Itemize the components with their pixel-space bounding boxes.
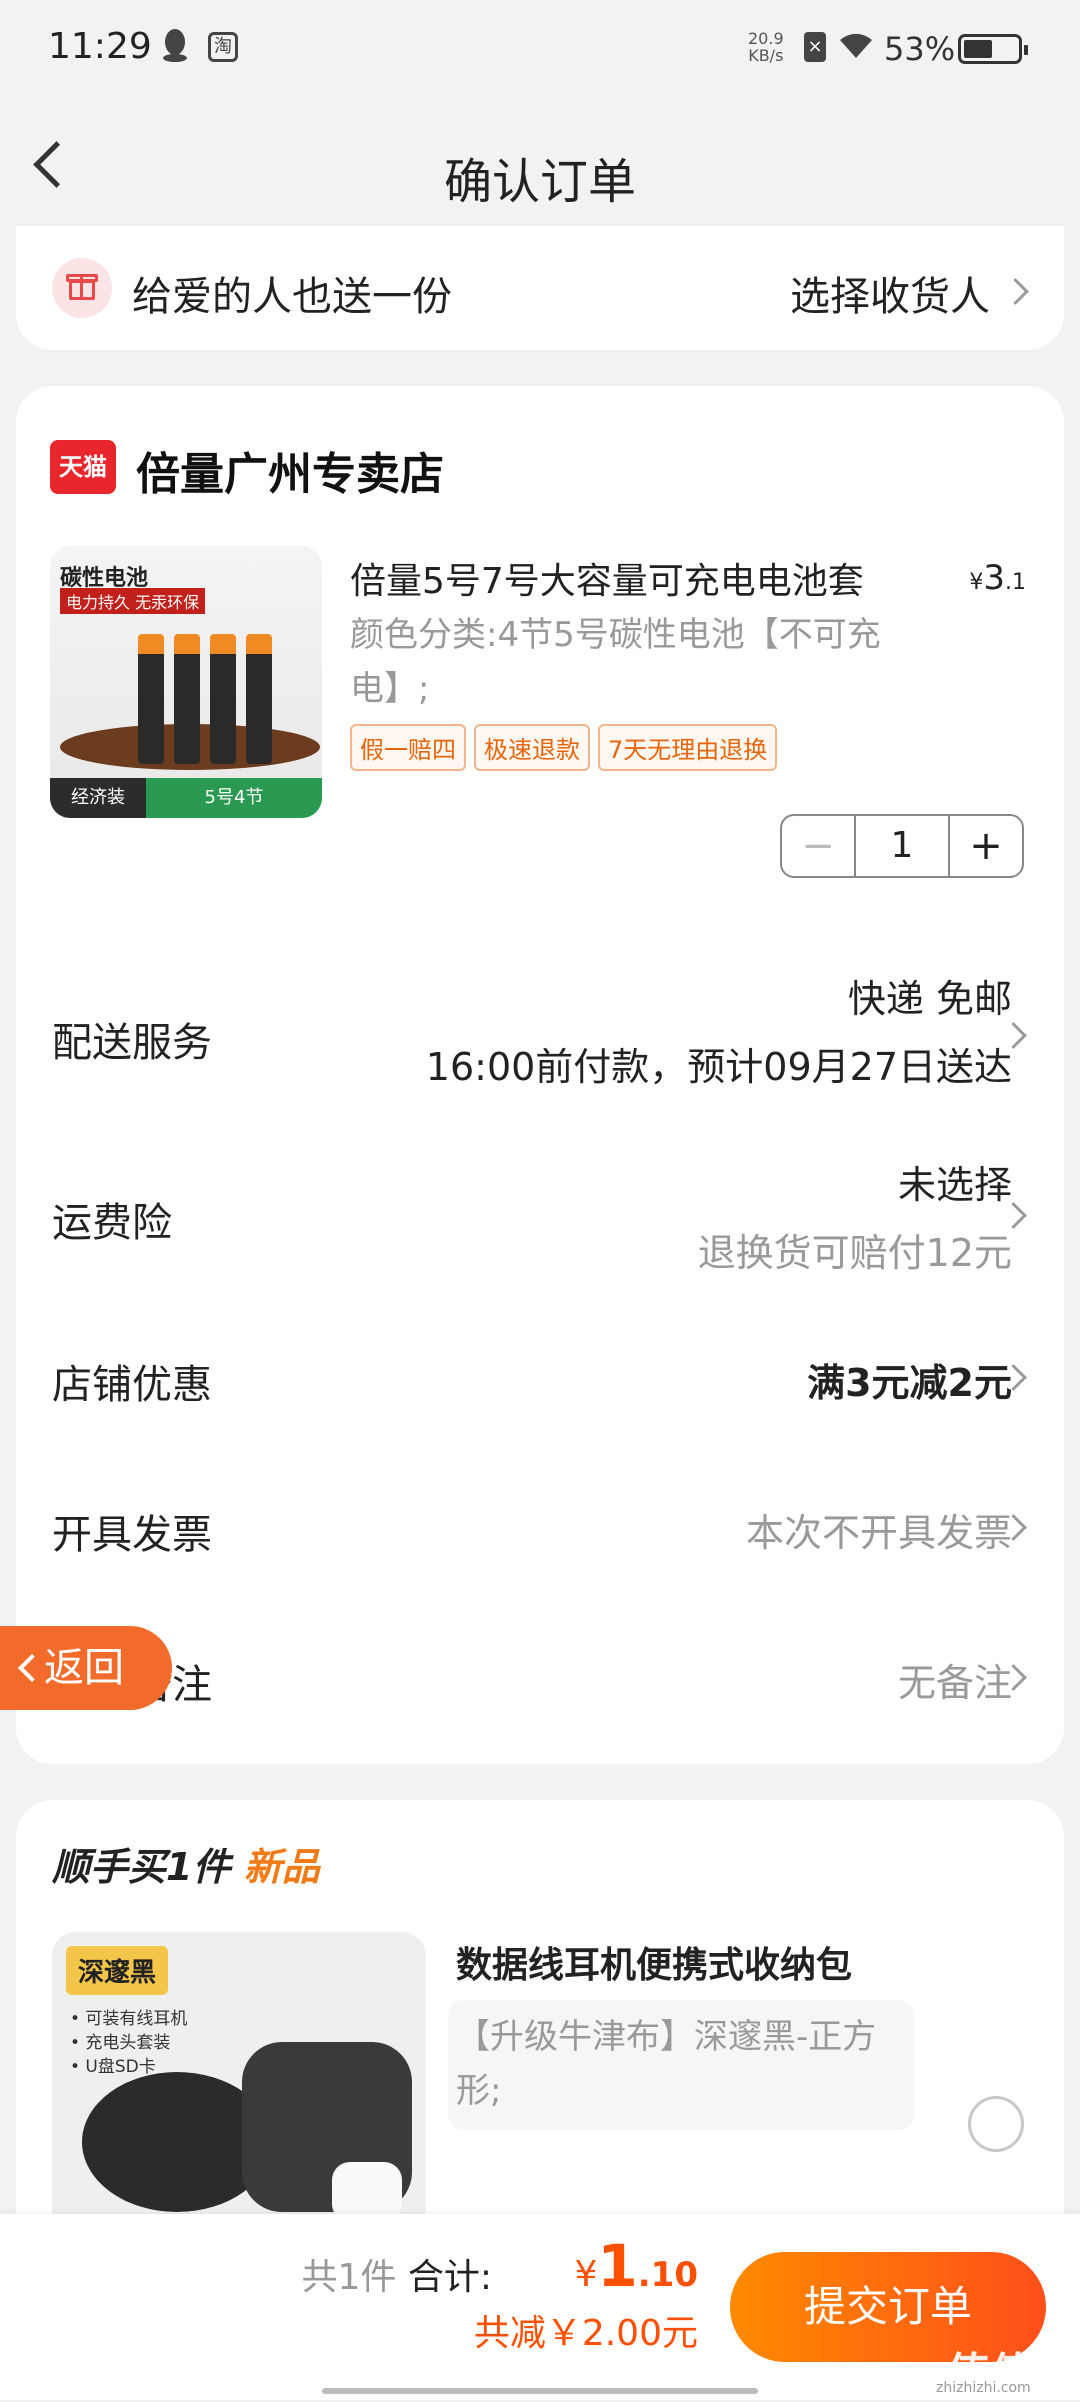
service-tag: 假一赔四 [350,724,466,771]
floating-back-chevron-icon [17,1653,47,1683]
home-indicator[interactable] [322,2388,758,2394]
price-decimal: .1 [1005,570,1026,595]
network-speed: 20.9 KB/s [748,30,784,64]
product-image-footer-right: 5号4节 [146,778,322,818]
battery-fill [964,40,992,58]
total-discount[interactable]: 共减￥2.00元 [474,2304,698,2356]
page-title: 确认订单 [443,154,636,210]
no-sim-icon: × [804,32,826,62]
recommend-select-radio[interactable] [968,2096,1024,2152]
watermark-url: zhizhizhi.com [936,2380,1031,2396]
quantity-value[interactable]: 1 [856,816,948,876]
network-speed-unit: KB/s [748,46,784,65]
battery-icon [958,34,1028,64]
quantity-stepper: − 1 + [780,814,1024,878]
gift-text: 给爱的人也送一份 [132,274,452,320]
total-decimal: .10 [637,2255,698,2295]
service-tags: 假一赔四 极速退款 7天无理由退换 [350,724,778,771]
store-coupon-value[interactable]: 满3元减2元 [807,1352,1012,1407]
total-summary: 共1件 合计: [302,2248,493,2300]
decrease-quantity-button[interactable]: − [782,816,856,876]
battery-percent: 53% [884,30,956,68]
earbuds-graphic [332,2162,402,2222]
battery-graphic [174,634,200,764]
item-count: 共1件 [301,2257,397,2298]
price-currency: ¥ [969,570,984,595]
product-title[interactable]: 倍量5号7号大容量可充电电池套 [350,552,930,604]
insurance-label: 运费险 [52,1200,172,1246]
delivery-label: 配送服务 [52,1020,212,1066]
store-name[interactable]: 倍量广州专卖店 [136,438,444,502]
status-time: 11:29 [48,26,152,67]
total-label: 合计: [407,2257,492,2298]
recommend-product-name[interactable]: 数据线耳机便携式收纳包 [456,1936,852,1988]
qq-notification-icon [162,28,188,69]
store-coupon-label: 店铺优惠 [52,1362,212,1408]
recommend-sku: 【升级牛津布】深邃黑-正方形; [456,2017,877,2111]
recommend-new-badge: 新品 [243,1845,320,1889]
recommend-title: 顺手买1件 新品 [52,1836,320,1891]
insurance-note[interactable]: 退换货可赔付12元 [698,1222,1012,1277]
battery-nub [1024,45,1028,55]
remark-value[interactable]: 无备注 [898,1652,1012,1707]
status-bar: 11:29 淘 20.9 KB/s × 53% [0,0,1080,100]
insurance-status[interactable]: 未选择 [898,1154,1012,1209]
network-speed-value: 20.9 [748,29,784,48]
recommend-image-line: • 可装有线耳机 [70,2009,188,2029]
gift-icon [52,258,112,318]
recommend-product-image[interactable]: 深邃黑 • 可装有线耳机 • 充电头套装 • U盘SD卡 [52,1932,426,2232]
product-image-footer-left: 经济装 [50,778,146,818]
recommend-image-line: • U盘SD卡 [70,2057,156,2077]
delivery-estimate[interactable]: 16:00前付款，预计09月27日送达 [426,1036,1012,1091]
invoice-label: 开具发票 [52,1512,212,1558]
total-currency: ¥ [574,2254,598,2295]
recommend-image-tag: 深邃黑 [66,1946,169,1995]
total-price: ¥1.10 [575,2232,699,2300]
product-image[interactable]: 碳性电池 电力持久 无汞环保 经济装 5号4节 [50,546,322,818]
tmall-logo: 天猫 [50,440,116,494]
recommend-title-text: 顺手买1件 [52,1845,231,1889]
floating-back-button[interactable]: 返回 [0,1626,172,1710]
service-tag: 7天无理由退换 [598,724,778,771]
invoice-value[interactable]: 本次不开具发票 [746,1502,1012,1557]
price-integer: 3 [983,558,1005,598]
product-price: ¥3.1 [969,558,1026,598]
recommend-image-line: • 充电头套装 [70,2033,171,2053]
delivery-method[interactable]: 快递 免邮 [848,968,1012,1023]
battery-graphic [210,634,236,764]
taobao-notification-icon: 淘 [208,32,238,62]
battery-graphic [246,634,272,764]
total-integer: 1 [597,2232,638,2300]
battery-graphic [138,634,164,764]
product-image-sublabel: 电力持久 无汞环保 [60,588,206,614]
increase-quantity-button[interactable]: + [948,816,1022,876]
wifi-icon [838,30,874,64]
product-sku[interactable]: 颜色分类:4节5号碳性电池【不可充电】; [350,608,910,716]
service-tag: 极速退款 [474,724,590,771]
floating-back-label: 返回 [44,1645,124,1691]
select-recipient-link[interactable]: 选择收货人 [790,264,990,322]
